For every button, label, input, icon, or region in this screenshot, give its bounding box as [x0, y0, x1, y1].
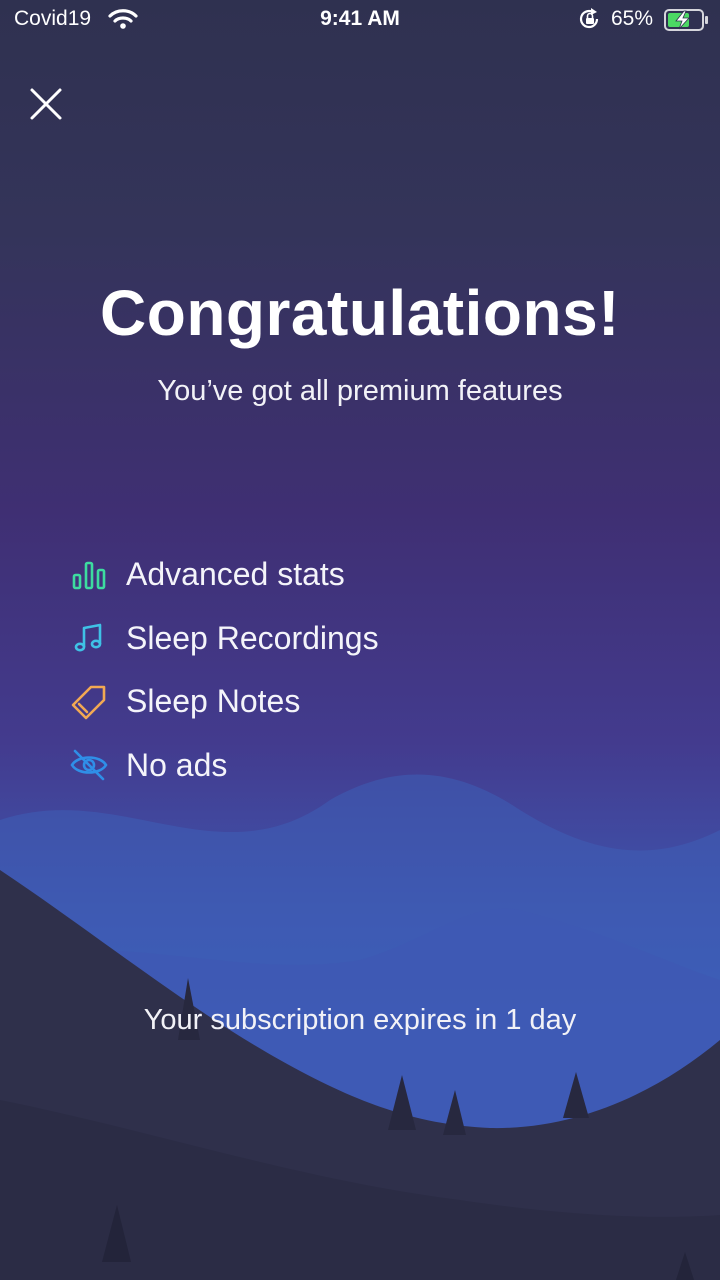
eye-off-icon: [70, 746, 108, 784]
bar-chart-icon: [70, 556, 108, 594]
feature-advanced-stats: Advanced stats: [70, 543, 670, 607]
tag-icon: [70, 683, 108, 721]
close-button[interactable]: [26, 84, 66, 124]
page-title: Congratulations!: [100, 277, 620, 349]
feature-sleep-notes: Sleep Notes: [70, 670, 670, 734]
feature-no-ads: No ads: [70, 734, 670, 798]
battery-charging-icon: [664, 9, 708, 31]
battery-percentage: 65%: [611, 7, 654, 30]
status-bar: Covid19 9:41 AM 65%: [0, 0, 720, 40]
premium-feature-list: Advanced stats Sleep Recordings Sleep No…: [70, 543, 670, 797]
feature-sleep-recordings: Sleep Recordings: [70, 607, 670, 671]
feature-label: Advanced stats: [126, 556, 345, 593]
subscription-expiry-text: Your subscription expires in 1 day: [143, 1004, 577, 1036]
feature-label: Sleep Notes: [126, 683, 301, 720]
rotation-lock-icon: [579, 8, 599, 29]
page-subtitle: You’ve got all premium features: [157, 375, 563, 407]
music-note-icon: [70, 619, 108, 657]
feature-label: Sleep Recordings: [126, 619, 379, 656]
close-icon: [30, 88, 62, 120]
feature-label: No ads: [126, 746, 228, 783]
